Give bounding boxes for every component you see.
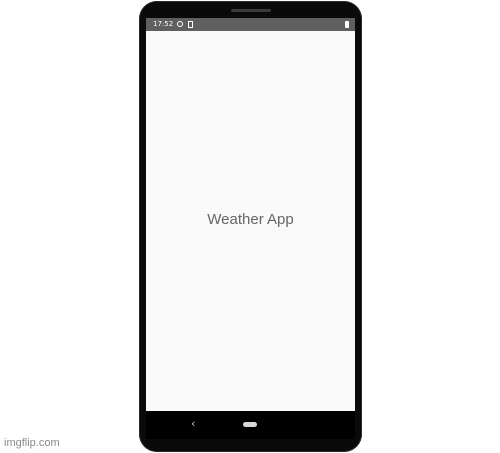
- phone-screen: 17:52 Weather App: [146, 18, 355, 411]
- app-title: Weather App: [207, 211, 294, 228]
- page-canvas: 17:52 Weather App ‹ imgflip.com: [0, 0, 500, 453]
- back-icon[interactable]: ‹: [191, 417, 195, 431]
- phone-frame: 17:52 Weather App ‹: [139, 1, 362, 452]
- status-time: 17:52: [153, 20, 174, 28]
- status-bar: 17:52: [146, 18, 355, 31]
- sync-icon: [177, 21, 183, 27]
- battery-icon: [345, 21, 349, 28]
- sim-card-icon: [188, 21, 193, 28]
- speaker-grille: [231, 9, 271, 12]
- navigation-bar: ‹: [146, 411, 355, 439]
- home-button[interactable]: [243, 422, 257, 427]
- watermark: imgflip.com: [4, 437, 60, 449]
